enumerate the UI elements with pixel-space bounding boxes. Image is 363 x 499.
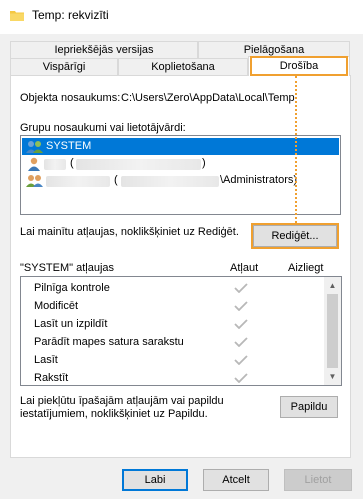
user-name-2: ( (70, 157, 74, 169)
checkmark-icon (234, 319, 248, 329)
checkmark-icon (234, 337, 248, 347)
tab-label: Vispārīgi (42, 61, 86, 73)
groups-label: Grupu nosaukumi vai lietotājvārdi: (20, 122, 186, 134)
tab-security[interactable]: Drošība (248, 56, 350, 76)
user-name-3: ( (114, 174, 118, 186)
checkmark-icon (234, 283, 248, 293)
ok-button[interactable]: Labi (122, 469, 188, 491)
perm-label: Rakstīt (34, 372, 69, 384)
allow-column-header: Atļaut (230, 262, 259, 274)
tab-sharing[interactable]: Koplietošana (118, 58, 248, 76)
tab-label: Drošība (279, 60, 319, 72)
scrollbar-thumb[interactable] (327, 294, 338, 368)
cancel-button[interactable]: Atcelt (203, 469, 269, 491)
user-name-3-suffix: \Administrators) (220, 174, 298, 186)
user-name-2-suffix: ) (202, 157, 206, 169)
edit-button[interactable]: Rediģēt... (253, 225, 337, 247)
redacted-machine (121, 176, 219, 187)
tab-label: Iepriekšējās versijas (54, 44, 154, 56)
folder-icon (10, 11, 24, 21)
tab-general[interactable]: Vispārīgi (10, 58, 118, 76)
checkmark-icon (234, 373, 248, 383)
permissions-title: "SYSTEM" atļaujas (20, 262, 115, 274)
object-name-label: Objekta nosaukums: (20, 92, 121, 104)
advanced-hint-line1: Lai piekļūtu īpašajām atļaujām vai papil… (20, 395, 224, 407)
advanced-hint-line2: iestatījumiem, noklikšķiniet uz Papildu. (20, 408, 208, 420)
checkmark-icon (234, 301, 248, 311)
tab-label: Koplietošana (151, 61, 215, 73)
perm-label: Lasīt un izpildīt (34, 318, 108, 330)
highlight-connector (295, 76, 297, 223)
perm-label: Modificēt (34, 300, 79, 312)
perm-label: Pilnīga kontrole (34, 282, 110, 294)
scroll-down-icon[interactable]: ▼ (324, 368, 341, 385)
object-name-value: C:\Users\Zero\AppData\Local\Temp (121, 92, 295, 104)
edit-hint: Lai mainītu atļaujas, noklikšķiniet uz R… (20, 226, 239, 238)
redacted-name (44, 159, 66, 170)
deny-column-header: Aizliegt (288, 262, 324, 274)
user-name-system: SYSTEM (46, 140, 92, 152)
tab-previous-versions[interactable]: Iepriekšējās versijas (10, 41, 198, 59)
user-icon (28, 157, 40, 171)
apply-button[interactable]: Lietot (284, 469, 352, 491)
scroll-up-icon[interactable]: ▲ (324, 277, 341, 294)
redacted-name (46, 176, 110, 187)
perm-label: Parādīt mapes satura sarakstu (34, 336, 184, 348)
window-title: Temp: rekvizīti (32, 8, 109, 22)
checkmark-icon (234, 355, 248, 365)
tab-label: Pielāgošana (243, 44, 305, 56)
users-icon (26, 141, 43, 153)
advanced-button[interactable]: Papildu (280, 396, 338, 418)
redacted-email (76, 159, 201, 170)
users-icon (26, 175, 43, 187)
perm-label: Lasīt (34, 354, 58, 366)
